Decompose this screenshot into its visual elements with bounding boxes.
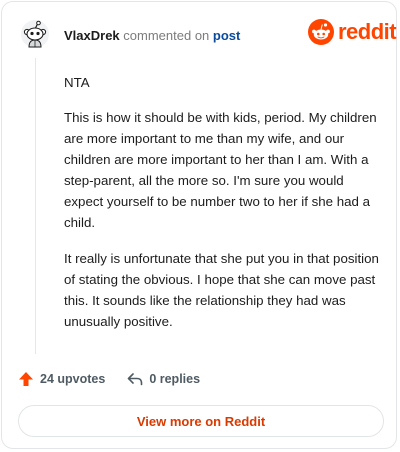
reply-arrow-icon [128, 373, 143, 386]
action-text: commented on [123, 28, 210, 43]
replies-button[interactable]: 0 replies [127, 372, 200, 386]
view-more-button[interactable]: View more on Reddit [18, 405, 384, 437]
upvotes-label: 24 upvotes [40, 372, 106, 386]
post-link[interactable]: post [213, 28, 240, 43]
user-avatar[interactable] [21, 20, 49, 48]
comment-header: VlaxDrek commented on post [64, 28, 240, 44]
reddit-logo[interactable]: reddit [308, 19, 397, 45]
snoo-avatar-icon [21, 20, 49, 48]
comment-footer: 24 upvotes 0 replies [18, 371, 200, 387]
upvotes-button[interactable]: 24 upvotes [18, 371, 105, 387]
comment-body: NTA This is how it should be with kids, … [64, 72, 384, 347]
thread-line [35, 58, 36, 354]
comment-paragraph: NTA [64, 75, 90, 90]
comment-paragraph: It really is unfortunate that she put yo… [64, 251, 379, 329]
comment-paragraph: This is how it should be with kids, peri… [64, 110, 377, 230]
replies-label: 0 replies [149, 372, 201, 386]
upvote-arrow-icon [19, 372, 33, 386]
reddit-snoo-logo-icon [308, 19, 334, 45]
embedded-comment-card: VlaxDrek commented on post reddit NTA Th… [1, 1, 397, 449]
username-link[interactable]: VlaxDrek [64, 28, 120, 43]
reddit-wordmark: reddit [338, 19, 397, 44]
view-more-label: View more on Reddit [136, 413, 266, 429]
